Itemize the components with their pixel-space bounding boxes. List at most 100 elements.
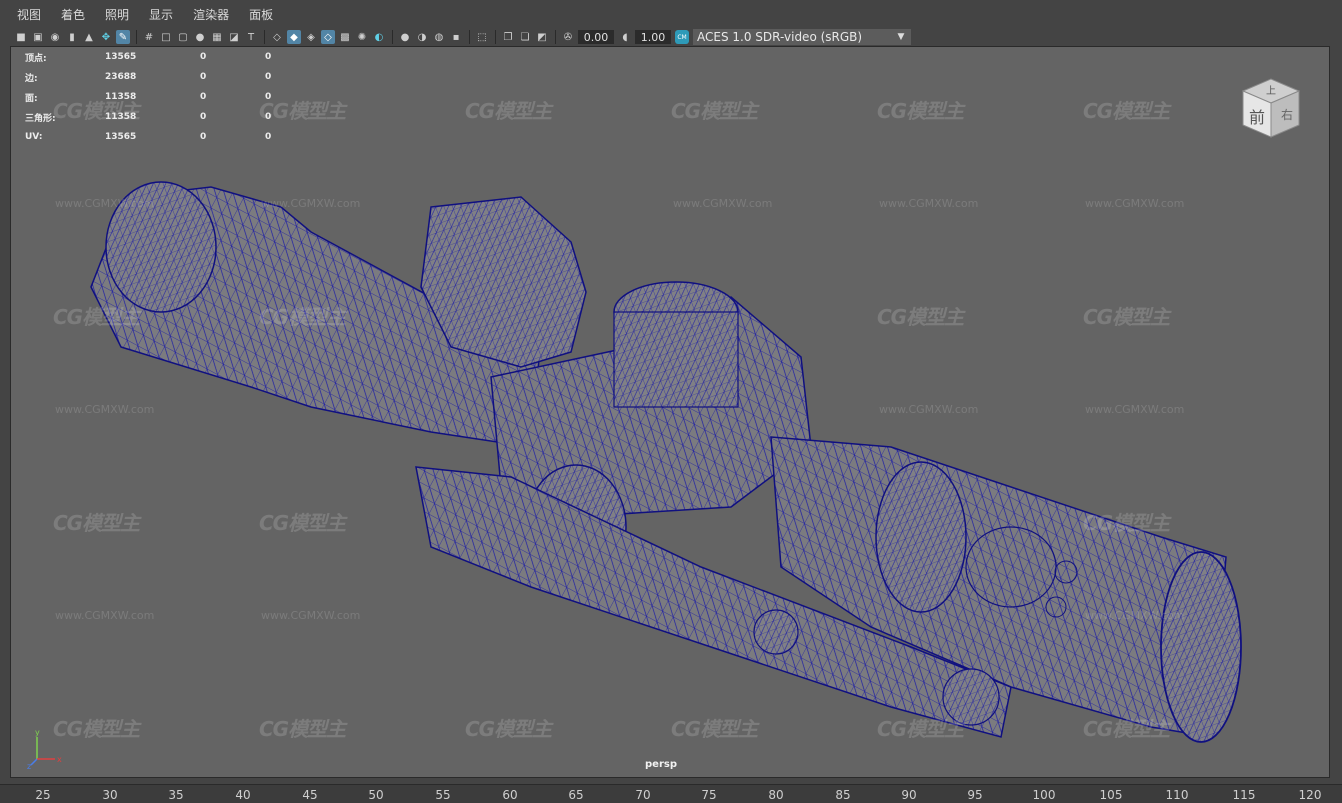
exposure-icon[interactable]: ✇ bbox=[561, 30, 575, 44]
wireframe-icon[interactable]: ◇ bbox=[270, 30, 284, 44]
safe-action-icon[interactable]: ◪ bbox=[227, 30, 241, 44]
panel-menu-bar: 视图 着色 照明 显示 渲染器 面板 bbox=[0, 0, 1342, 28]
menu-shading[interactable]: 着色 bbox=[58, 4, 88, 25]
ruler-tick: 110 bbox=[1165, 788, 1189, 802]
menu-renderer[interactable]: 渲染器 bbox=[190, 4, 232, 25]
axis-gizmo: y x z bbox=[27, 729, 62, 769]
smooth-shade-icon[interactable]: ◆ bbox=[287, 30, 301, 44]
axis-x-label: x bbox=[57, 755, 62, 764]
watermark-url: www.CGMXW.com bbox=[55, 197, 155, 210]
menu-panels[interactable]: 面板 bbox=[246, 4, 276, 25]
camera-icon[interactable]: ■ bbox=[14, 30, 28, 44]
view-cube[interactable]: 上 前 右 bbox=[1237, 75, 1303, 141]
shade-wire-icon[interactable]: ◈ bbox=[304, 30, 318, 44]
gamma-field[interactable]: 1.00 bbox=[635, 30, 671, 44]
watermark-logo: CG模型主 bbox=[1083, 511, 1170, 535]
shadows-icon[interactable]: ● bbox=[398, 30, 412, 44]
ruler-tick: 50 bbox=[368, 788, 384, 802]
ruler-tick: 60 bbox=[502, 788, 518, 802]
bookmark-icon[interactable]: ▮ bbox=[65, 30, 79, 44]
ruler-tick: 80 bbox=[768, 788, 784, 802]
hud-label: UV: bbox=[25, 132, 43, 142]
gate-mask-icon[interactable]: ● bbox=[193, 30, 207, 44]
ruler-tick: 115 bbox=[1232, 788, 1256, 802]
resolution-gate-icon[interactable]: ▢ bbox=[176, 30, 190, 44]
hud-label: 边: bbox=[25, 73, 38, 84]
textures-icon[interactable]: ✺ bbox=[355, 30, 369, 44]
hud-value: 11358 bbox=[105, 92, 137, 102]
gamma-icon[interactable]: ◖ bbox=[618, 30, 632, 44]
hud-value: 0 bbox=[265, 112, 272, 122]
xray-icon[interactable]: ▩ bbox=[338, 30, 352, 44]
watermark-logo: CG模型主 bbox=[1083, 305, 1170, 329]
watermark-logo: CG模型主 bbox=[259, 717, 346, 741]
ambient-occlusion-icon[interactable]: ◑ bbox=[415, 30, 429, 44]
hud-label: 三角形: bbox=[25, 113, 56, 124]
axis-y-label: y bbox=[35, 729, 40, 737]
ruler-tick: 30 bbox=[102, 788, 118, 802]
watermark-url: www.CGMXW.com bbox=[261, 197, 361, 210]
toolbar-separator bbox=[392, 30, 393, 44]
anti-alias-icon[interactable]: ▪ bbox=[449, 30, 463, 44]
hud-label: 顶点: bbox=[25, 53, 47, 64]
lock-camera-icon[interactable]: ▣ bbox=[31, 30, 45, 44]
watermark-url: www.CGMXW.com bbox=[879, 403, 979, 416]
safe-title-icon[interactable]: T bbox=[244, 30, 258, 44]
watermark-url: www.CGMXW.com bbox=[1085, 609, 1185, 622]
color-management-icon[interactable]: CM bbox=[675, 30, 689, 44]
time-slider-ruler[interactable]: 25 30 35 40 45 50 55 60 65 70 75 80 85 9… bbox=[0, 784, 1342, 803]
ruler-tick: 25 bbox=[35, 788, 51, 802]
toolbar-separator bbox=[555, 30, 556, 44]
ruler-tick: 90 bbox=[901, 788, 917, 802]
exposure-field[interactable]: 0.00 bbox=[578, 30, 614, 44]
hud-label: 面: bbox=[25, 93, 38, 104]
film-gate-icon[interactable]: □ bbox=[159, 30, 173, 44]
watermark-url: www.CGMXW.com bbox=[55, 609, 155, 622]
grease-pencil-icon[interactable]: ✥ bbox=[99, 30, 113, 44]
menu-lighting[interactable]: 照明 bbox=[102, 4, 132, 25]
ruler-tick: 35 bbox=[168, 788, 184, 802]
ruler-tick: 55 bbox=[435, 788, 451, 802]
view-transform-dropdown[interactable]: ACES 1.0 SDR-video (sRGB) ▼ bbox=[693, 29, 911, 45]
hud-value: 11358 bbox=[105, 112, 137, 122]
watermark-logo: CG模型主 bbox=[877, 99, 964, 123]
isolate-select-icon[interactable]: ⬚ bbox=[475, 30, 489, 44]
field-chart-icon[interactable]: ▦ bbox=[210, 30, 224, 44]
hud-value: 23688 bbox=[105, 72, 137, 82]
camera-attr-icon[interactable]: ◉ bbox=[48, 30, 62, 44]
watermark-logo: CG模型主 bbox=[877, 717, 964, 741]
xray-joints-icon[interactable]: ❐ bbox=[501, 30, 515, 44]
view-transform-value: ACES 1.0 SDR-video (sRGB) bbox=[697, 30, 863, 44]
ruler-tick: 100 bbox=[1032, 788, 1056, 802]
xray-active-icon[interactable]: ❏ bbox=[518, 30, 532, 44]
motion-blur-icon[interactable]: ◍ bbox=[432, 30, 446, 44]
hud-value: 13565 bbox=[105, 52, 137, 62]
ruler-tick: 45 bbox=[302, 788, 318, 802]
lights-icon[interactable]: ◐ bbox=[372, 30, 386, 44]
watermark-logo: CG模型主 bbox=[465, 717, 552, 741]
hud-value: 0 bbox=[265, 72, 272, 82]
image-plane-icon[interactable]: ▲ bbox=[82, 30, 96, 44]
view-cube-top-label: 上 bbox=[1266, 85, 1276, 97]
menu-view[interactable]: 视图 bbox=[14, 4, 44, 25]
watermark-logo: CG模型主 bbox=[465, 99, 552, 123]
hud-value: 0 bbox=[265, 92, 272, 102]
chevron-down-icon: ▼ bbox=[897, 32, 905, 42]
watermark-logo: CG模型主 bbox=[671, 99, 758, 123]
grid-icon[interactable]: # bbox=[142, 30, 156, 44]
hud-row-uvs: UV: 13565 0 0 bbox=[25, 127, 285, 147]
ruler-tick: 75 bbox=[701, 788, 717, 802]
watermark-url: www.CGMXW.com bbox=[1085, 403, 1185, 416]
backface-icon[interactable]: ◩ bbox=[535, 30, 549, 44]
camera-name-label: persp bbox=[645, 759, 677, 770]
toolbar-separator bbox=[495, 30, 496, 44]
menu-show[interactable]: 显示 bbox=[146, 4, 176, 25]
wireframe-on-shaded-icon[interactable]: ◇ bbox=[321, 30, 335, 44]
hud-value: 0 bbox=[265, 132, 272, 142]
viewport-persp[interactable]: CG模型主 CG模型主 CG模型主 CG模型主 CG模型主 CG模型主 CG模型… bbox=[10, 46, 1330, 778]
poly-count-hud: 顶点: 13565 0 0 边: 23688 0 0 面: 11358 0 0 … bbox=[25, 47, 285, 147]
view-cube-right-label: 右 bbox=[1281, 107, 1293, 122]
watermark-url: www.CGMXW.com bbox=[879, 197, 979, 210]
view-cube-front-label: 前 bbox=[1249, 108, 1265, 127]
2d-pan-icon[interactable]: ✎ bbox=[116, 30, 130, 44]
